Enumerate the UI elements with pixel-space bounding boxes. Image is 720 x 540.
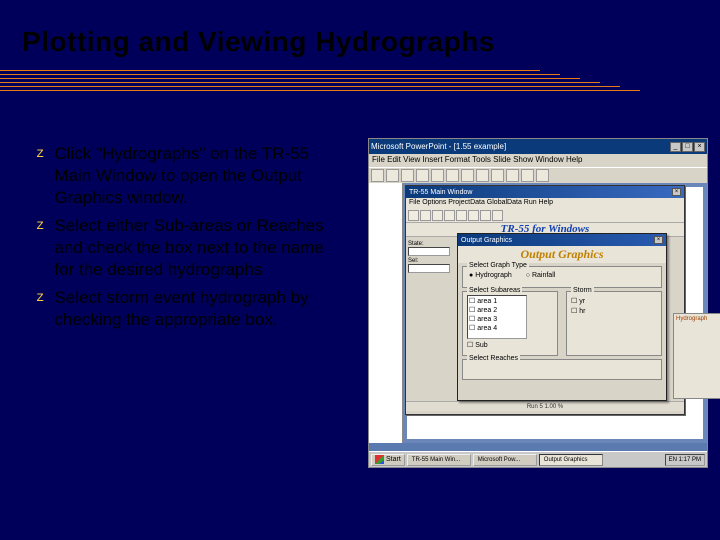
powerpoint-titlebar: Microsoft PowerPoint - [1.55 example] _ … bbox=[369, 139, 707, 154]
taskbar-button[interactable]: Microsoft Pow... bbox=[473, 454, 537, 466]
embedded-screenshot: Microsoft PowerPoint - [1.55 example] _ … bbox=[368, 138, 708, 468]
toolbar-button[interactable] bbox=[432, 210, 443, 221]
toolbar-button[interactable] bbox=[492, 210, 503, 221]
subareas-group: Select Subareas area 1 area 2 area 3 are… bbox=[462, 291, 558, 356]
toolbar-button[interactable] bbox=[416, 169, 429, 182]
output-title-text: Output Graphics bbox=[461, 237, 512, 244]
graph-type-group: Select Graph Type Hydrograph Rainfall bbox=[462, 266, 662, 288]
tr55-toolbar[interactable] bbox=[406, 209, 684, 223]
toolbar-button[interactable] bbox=[521, 169, 534, 182]
sub-checkbox[interactable]: Sub bbox=[467, 341, 553, 349]
maximize-icon[interactable]: □ bbox=[682, 142, 693, 152]
bullet-list: z Click "Hydrographs" on the TR-55 Main … bbox=[36, 143, 331, 337]
group-legend: Select Reaches bbox=[467, 355, 520, 362]
close-icon[interactable]: × bbox=[694, 142, 705, 152]
windows-taskbar[interactable]: Start TR-55 Main Win... Microsoft Pow...… bbox=[369, 451, 707, 467]
group-legend: Storm bbox=[571, 287, 594, 294]
toolbar-button[interactable] bbox=[468, 210, 479, 221]
start-button[interactable]: Start bbox=[371, 454, 405, 466]
list-item[interactable]: area 2 bbox=[469, 306, 525, 315]
toolbar-button[interactable] bbox=[431, 169, 444, 182]
bullet-icon: z bbox=[36, 287, 44, 309]
state-input[interactable] bbox=[408, 247, 450, 256]
toolbar-button[interactable] bbox=[371, 169, 384, 182]
tr55-title-text: TR-55 Main Window bbox=[409, 189, 472, 196]
title-underline-group bbox=[0, 70, 720, 94]
slide-title: Plotting and Viewing Hydrographs bbox=[22, 26, 495, 58]
storm-hr-checkbox[interactable]: hr bbox=[571, 307, 657, 315]
toolbar-button[interactable] bbox=[536, 169, 549, 182]
group-legend: Select Graph Type bbox=[467, 262, 529, 269]
panel-title: Hydrograph bbox=[676, 316, 720, 322]
toolbar-button[interactable] bbox=[456, 210, 467, 221]
list-item[interactable]: area 3 bbox=[469, 315, 525, 324]
storm-group: Storm yr hr bbox=[566, 291, 662, 356]
output-graphics-window: Output Graphics × Output Graphics Select… bbox=[457, 233, 667, 401]
bullet-text: Click "Hydrographs" on the TR-55 Main Wi… bbox=[54, 143, 331, 209]
bullet-icon: z bbox=[36, 215, 44, 237]
bullet-item: z Select storm event hydrograph by check… bbox=[36, 287, 331, 331]
toolbar-button[interactable] bbox=[506, 169, 519, 182]
list-item[interactable]: area 4 bbox=[469, 324, 525, 333]
toolbar-button[interactable] bbox=[408, 210, 419, 221]
tr55-menubar[interactable]: File Options ProjectData GlobalData Run … bbox=[406, 198, 684, 209]
powerpoint-outline-pane[interactable] bbox=[369, 183, 403, 443]
bullet-item: z Click "Hydrographs" on the TR-55 Main … bbox=[36, 143, 331, 209]
group-legend: Select Subareas bbox=[467, 287, 522, 294]
close-icon[interactable]: × bbox=[654, 236, 663, 244]
bullet-item: z Select either Sub-areas or Reaches and… bbox=[36, 215, 331, 281]
reaches-group: Select Reaches bbox=[462, 359, 662, 380]
tr55-titlebar: TR-55 Main Window × bbox=[406, 186, 684, 198]
output-banner: Output Graphics bbox=[458, 246, 666, 263]
toolbar-button[interactable] bbox=[461, 169, 474, 182]
close-icon[interactable]: × bbox=[672, 188, 681, 196]
tr55-left-panel: State: Sel: bbox=[406, 237, 456, 401]
toolbar-button[interactable] bbox=[491, 169, 504, 182]
powerpoint-title-text: Microsoft PowerPoint - [1.55 example] bbox=[371, 142, 506, 151]
powerpoint-toolbar[interactable] bbox=[369, 167, 707, 183]
toolbar-button[interactable] bbox=[420, 210, 431, 221]
toolbar-button[interactable] bbox=[446, 169, 459, 182]
powerpoint-slide-pane: TR-55 Main Window × File Options Project… bbox=[403, 183, 707, 443]
storm-yr-checkbox[interactable]: yr bbox=[571, 297, 657, 305]
radio-rainfall[interactable]: Rainfall bbox=[526, 272, 556, 279]
system-tray[interactable]: EN 1:17 PM bbox=[665, 454, 705, 466]
taskbar-button[interactable]: Output Graphics bbox=[539, 454, 603, 466]
minimize-icon[interactable]: _ bbox=[670, 142, 681, 152]
bullet-icon: z bbox=[36, 143, 44, 165]
tr55-statusbar: Run 5 1.00 % bbox=[406, 401, 684, 411]
toolbar-button[interactable] bbox=[480, 210, 491, 221]
radio-hydrograph[interactable]: Hydrograph bbox=[469, 272, 512, 279]
toolbar-button[interactable] bbox=[444, 210, 455, 221]
powerpoint-menubar[interactable]: File Edit View Insert Format Tools Slide… bbox=[369, 154, 707, 167]
output-titlebar: Output Graphics × bbox=[458, 234, 666, 246]
toolbar-button[interactable] bbox=[401, 169, 414, 182]
subareas-listbox[interactable]: area 1 area 2 area 3 area 4 bbox=[467, 295, 527, 339]
hydrograph-side-panel: Hydrograph bbox=[673, 313, 720, 399]
list-item[interactable]: area 1 bbox=[469, 297, 525, 306]
sel-input[interactable] bbox=[408, 264, 450, 273]
bullet-text: Select either Sub-areas or Reaches and c… bbox=[54, 215, 331, 281]
toolbar-button[interactable] bbox=[386, 169, 399, 182]
bullet-text: Select storm event hydrograph by checkin… bbox=[54, 287, 331, 331]
toolbar-button[interactable] bbox=[476, 169, 489, 182]
taskbar-button[interactable]: TR-55 Main Win... bbox=[407, 454, 471, 466]
